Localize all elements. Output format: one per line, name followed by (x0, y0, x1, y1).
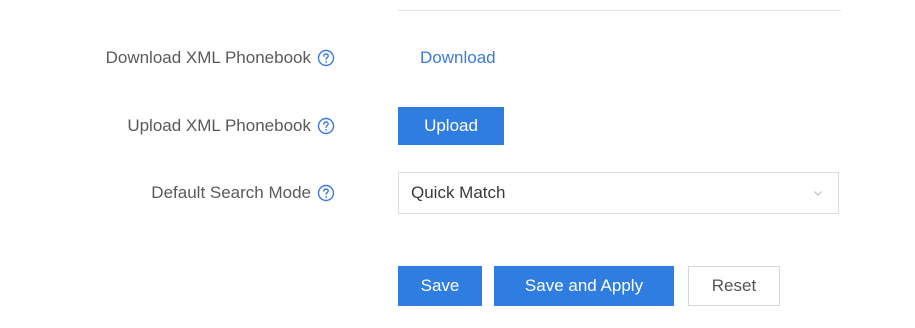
search-mode-value: Quick Match (411, 183, 506, 202)
search-mode-control: Quick Match (398, 171, 839, 215)
upload-button[interactable]: Upload (398, 107, 504, 145)
download-phonebook-label: Download XML Phonebook (105, 48, 311, 67)
upload-phonebook-row: Upload XML Phonebook Upload (0, 104, 915, 148)
chevron-down-icon (812, 187, 824, 199)
upload-control: Upload (398, 104, 504, 148)
help-icon[interactable] (317, 49, 335, 67)
help-icon[interactable] (317, 117, 335, 135)
save-and-apply-button[interactable]: Save and Apply (494, 266, 674, 306)
download-phonebook-row: Download XML Phonebook Download (0, 36, 915, 80)
upload-phonebook-label: Upload XML Phonebook (127, 116, 311, 135)
upload-phonebook-label-group: Upload XML Phonebook (127, 104, 335, 148)
search-mode-row: Default Search Mode Quick Match (0, 171, 915, 215)
search-mode-label-group: Default Search Mode (151, 171, 335, 215)
search-mode-select[interactable]: Quick Match (398, 172, 839, 214)
section-divider (398, 10, 841, 11)
download-link[interactable]: Download (398, 48, 496, 68)
help-icon[interactable] (317, 184, 335, 202)
download-control: Download (398, 36, 496, 80)
search-mode-label: Default Search Mode (151, 183, 311, 202)
download-phonebook-label-group: Download XML Phonebook (106, 36, 335, 80)
form-actions: Save Save and Apply Reset (398, 266, 780, 306)
reset-button[interactable]: Reset (688, 266, 780, 306)
save-button[interactable]: Save (398, 266, 482, 306)
